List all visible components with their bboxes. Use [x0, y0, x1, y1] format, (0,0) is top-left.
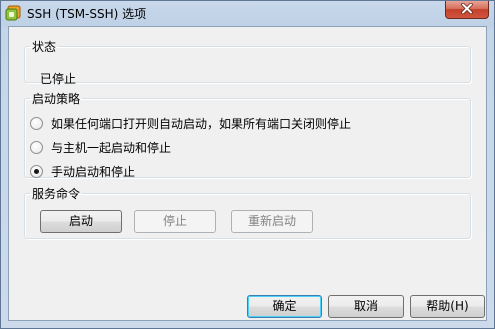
radio-button[interactable] [30, 140, 43, 154]
title-bar[interactable]: SSH (TSM-SSH) 选项 [1, 1, 494, 25]
service-commands-legend: 服务命令 [32, 187, 81, 201]
cancel-button[interactable]: 取消 [328, 295, 404, 318]
policy-option-label: 与主机一起启动和停止 [51, 140, 172, 155]
help-button[interactable]: 帮助(H) [410, 295, 485, 318]
startup-policy-legend: 启动策略 [32, 92, 81, 106]
policy-option-label: 手动启动和停止 [51, 164, 136, 179]
status-group: 状态 已停止 [24, 38, 471, 86]
options-dialog: SSH (TSM-SSH) 选项 状态 已停止 启动策略 如果任何端口打开则自动… [0, 0, 495, 329]
status-value: 已停止 [40, 72, 77, 86]
stop-button[interactable]: 停止 [134, 210, 216, 233]
close-icon [461, 2, 473, 17]
policy-option-auto-ports[interactable]: 如果任何端口打开则自动启动，如果所有端口关闭则停止 [30, 115, 351, 131]
policy-option-manual[interactable]: 手动启动和停止 [30, 163, 135, 179]
vsphere-logo-icon [5, 4, 23, 22]
window-title: SSH (TSM-SSH) 选项 [27, 7, 147, 21]
ok-button[interactable]: 确定 [247, 295, 322, 318]
dialog-content: 状态 已停止 启动策略 如果任何端口打开则自动启动，如果所有端口关闭则停止 与主… [8, 26, 487, 321]
policy-option-label: 如果任何端口打开则自动启动，如果所有端口关闭则停止 [51, 116, 352, 131]
startup-policy-group: 启动策略 如果任何端口打开则自动启动，如果所有端口关闭则停止 与主机一起启动和停… [24, 90, 471, 179]
start-button[interactable]: 启动 [40, 210, 122, 233]
policy-option-with-host[interactable]: 与主机一起启动和停止 [30, 139, 171, 155]
radio-button[interactable] [30, 116, 43, 130]
status-group-legend: 状态 [32, 40, 57, 54]
radio-button-selected[interactable] [30, 164, 43, 178]
restart-button[interactable]: 重新启动 [231, 210, 313, 233]
service-commands-group: 服务命令 启动 停止 重新启动 [24, 185, 471, 239]
close-button[interactable] [445, 1, 489, 19]
